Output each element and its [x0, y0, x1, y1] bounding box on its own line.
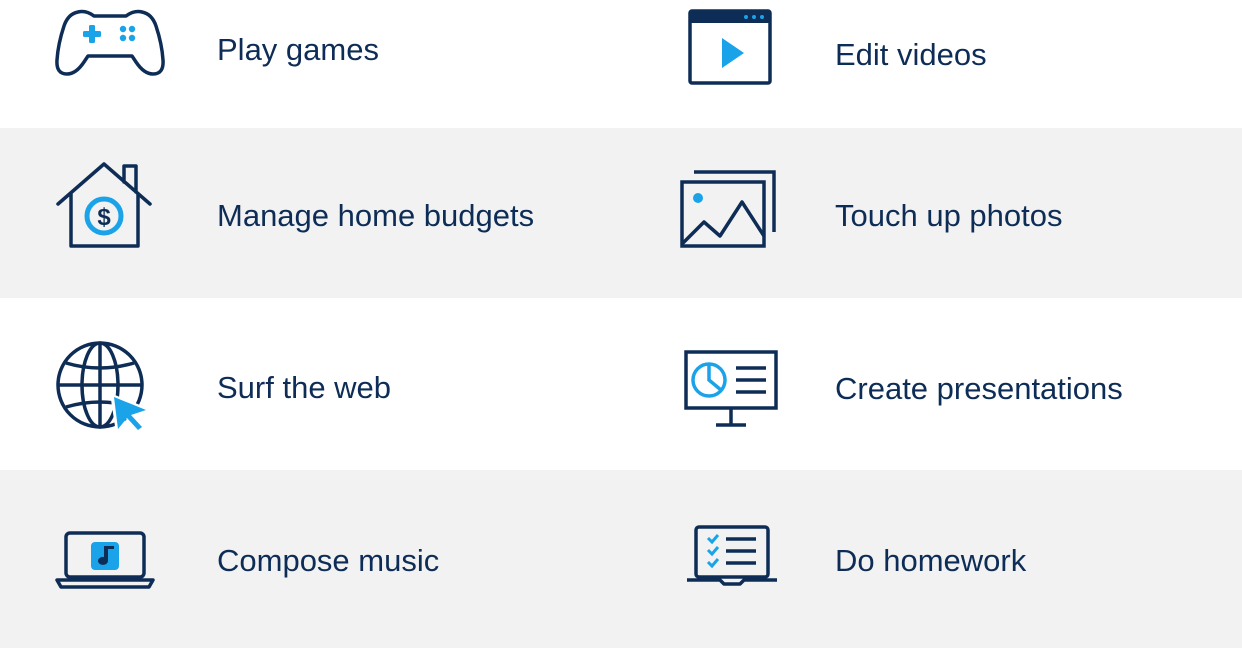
- laptop-music-icon: [55, 531, 155, 589]
- activity-item-create-presentations: Create presentations: [620, 298, 1242, 470]
- activity-row: Play games Edit videos: [0, 0, 1242, 128]
- activity-label: Create presentations: [835, 371, 1123, 406]
- activities-grid: Play games Edit videos $ Manage home bud…: [0, 0, 1242, 648]
- svg-text:$: $: [97, 204, 111, 231]
- activity-label: Do homework: [835, 543, 1027, 578]
- activity-item-do-homework: Do homework: [620, 470, 1242, 648]
- activity-item-touch-up-photos: Touch up photos: [620, 128, 1242, 298]
- activity-item-surf-the-web: Surf the web: [0, 298, 620, 470]
- activity-label: Compose music: [217, 543, 440, 578]
- activity-label: Play games: [217, 32, 379, 67]
- activity-row: $ Manage home budgets Touch up photos: [0, 128, 1242, 298]
- presentation-monitor-icon: [684, 350, 778, 427]
- activity-item-play-games: Play games: [0, 0, 620, 128]
- activity-item-edit-videos: Edit videos: [620, 0, 1242, 128]
- activity-label: Touch up photos: [835, 198, 1063, 233]
- photos-icon: [680, 170, 776, 248]
- activity-label: Edit videos: [835, 37, 987, 72]
- activity-label: Manage home budgets: [217, 198, 535, 233]
- globe-cursor-icon: [56, 341, 150, 433]
- activity-item-manage-home-budgets: $ Manage home budgets: [0, 128, 620, 298]
- activity-row: Surf the web Create presentations: [0, 298, 1242, 470]
- laptop-checklist-icon: [687, 525, 777, 586]
- activity-item-compose-music: Compose music: [0, 470, 620, 648]
- activity-row: Compose music Do homework: [0, 470, 1242, 648]
- home-budget-icon: $: [56, 162, 152, 248]
- video-player-icon: [688, 9, 772, 85]
- gamepad-icon: [55, 9, 165, 76]
- activity-label: Surf the web: [217, 370, 392, 405]
